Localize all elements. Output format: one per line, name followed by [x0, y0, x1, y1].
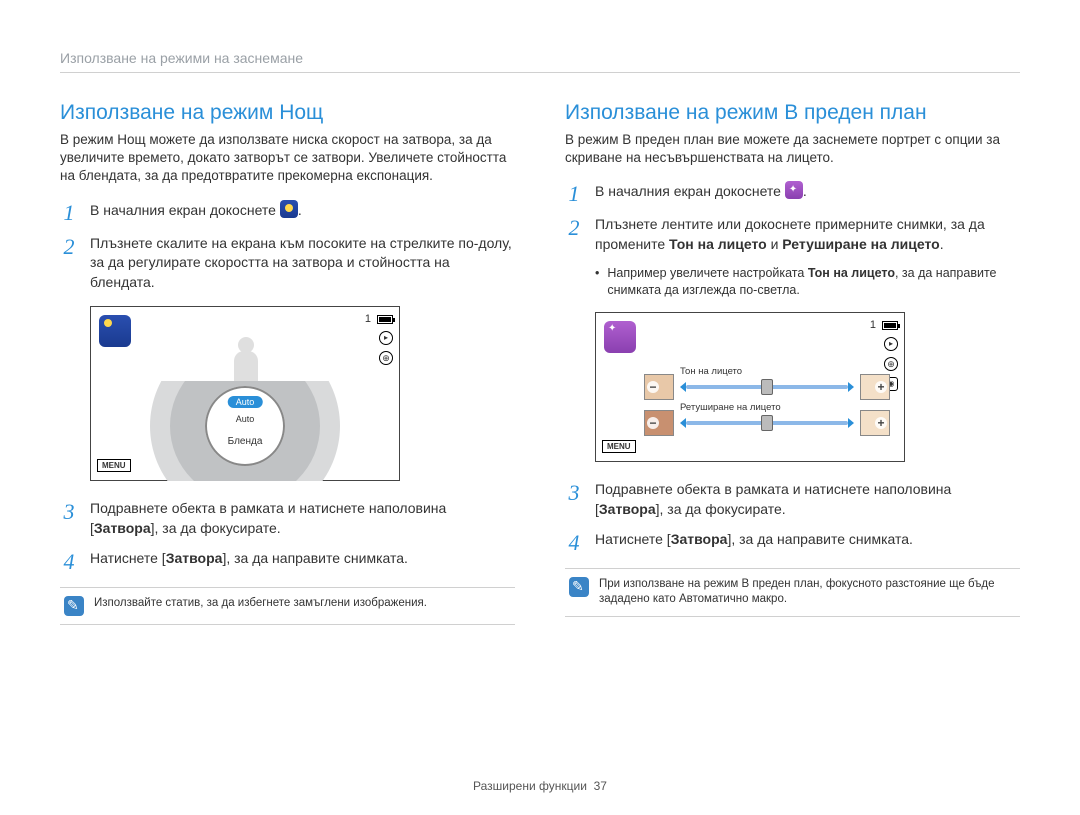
shutter-strong: Затвора — [599, 501, 656, 517]
step-text: ], за да направите снимката. — [222, 550, 408, 566]
face-tone-slider: − Тон на лицето + — [644, 373, 890, 401]
note-box-left: Използвайте статив, за да избегнете замъ… — [60, 587, 515, 625]
step-text: ], за да направите снимката. — [727, 531, 913, 547]
page-footer: Разширени функции 37 — [0, 779, 1080, 793]
dial-auto-text: Auto — [236, 414, 255, 424]
intro-beauty: В режим В преден план вие можете да засн… — [565, 131, 1020, 167]
sub-text: Например увеличете настройката — [607, 266, 807, 280]
section-night-mode: Използване на режим Нощ В режим Нощ може… — [60, 101, 515, 625]
step-1-right: 1 В началния екран докоснете . — [565, 181, 1020, 205]
sub-bullet: Например увеличете настройката Тон на ли… — [595, 265, 1020, 299]
footer-page-number: 37 — [594, 779, 607, 793]
param-strong: Тон на лицето — [669, 236, 767, 252]
note-text: При използване на режим В преден план, ф… — [599, 577, 1016, 608]
battery-icon — [882, 321, 898, 330]
menu-button: MENU — [602, 440, 636, 453]
arrow-right-icon — [848, 382, 854, 392]
slider-label: Ретуширане на лицето — [680, 402, 781, 413]
mode-badge-night-icon — [99, 315, 131, 347]
note-box-right: При използване на режим В преден план, ф… — [565, 568, 1020, 617]
step-text: В началния екран докоснете — [595, 183, 785, 199]
shutter-strong: Затвора — [94, 520, 151, 536]
step-text: ], за да фокусирате. — [656, 501, 786, 517]
sample-thumb-light: + — [860, 374, 890, 400]
shutter-strong: Затвора — [671, 531, 728, 547]
shot-count: 1 — [365, 313, 371, 325]
step-text: В началния екран докоснете — [90, 202, 280, 218]
sample-thumb-rough: − — [644, 410, 674, 436]
sample-thumb-dark: − — [644, 374, 674, 400]
section-beauty-mode: Използване на режим В преден план В режи… — [565, 101, 1020, 625]
note-icon — [569, 577, 589, 597]
step-text-post: . — [803, 183, 807, 199]
dial-auto-badge: Auto — [228, 396, 263, 408]
slider-label: Тон на лицето — [680, 366, 742, 377]
playback-icon: ▸ — [884, 337, 898, 351]
arrow-right-icon — [848, 418, 854, 428]
battery-icon — [377, 315, 393, 324]
slider-track: Ретуширане на лицето — [680, 416, 854, 430]
step-text: ], за да фокусирате. — [151, 520, 281, 536]
menu-button: MENU — [97, 459, 131, 472]
step-number: 2 — [60, 234, 78, 293]
step-number: 3 — [60, 499, 78, 538]
step-text: Плъзнете скалите на екрана към посоките … — [90, 234, 515, 293]
face-retouch-slider: − Ретуширане на лицето + — [644, 409, 890, 437]
night-mode-icon — [280, 200, 298, 218]
slider-track: Тон на лицето — [680, 380, 854, 394]
param-strong: Ретуширане на лицето — [782, 236, 939, 252]
step-2-left: 2 Плъзнете скалите на екрана към посокит… — [60, 234, 515, 293]
shot-count: 1 — [870, 319, 876, 331]
step-text: Натиснете [ — [90, 550, 166, 566]
note-text: Използвайте статив, за да избегнете замъ… — [94, 596, 427, 612]
step-text: . — [940, 236, 944, 252]
step-2-right: 2 Плъзнете лентите или докоснете примерн… — [565, 215, 1020, 254]
globe-icon: ⊕ — [884, 357, 898, 371]
note-icon — [64, 596, 84, 616]
step-number: 1 — [60, 200, 78, 224]
intro-night: В режим Нощ можете да използвате ниска с… — [60, 131, 515, 186]
step-text: Натиснете [ — [595, 531, 671, 547]
aperture-label: Бленда — [228, 436, 263, 447]
slider-knob — [761, 379, 773, 395]
exposure-dial: Auto Auto Бленда — [150, 381, 340, 481]
beauty-mode-icon — [785, 181, 803, 199]
step-number: 4 — [60, 549, 78, 573]
slider-knob — [761, 415, 773, 431]
status-icons: 1 ▸ ⊕ — [365, 313, 393, 365]
camera-preview-beauty: 1 ▸ ⊕ ◉ − Тон на лицето — [595, 312, 905, 462]
sample-thumb-smooth: + — [860, 410, 890, 436]
step-number: 2 — [565, 215, 583, 254]
step-text: и — [767, 236, 783, 252]
shutter-strong: Затвора — [166, 550, 223, 566]
section-title-night: Използване на режим Нощ — [60, 101, 515, 125]
step-3-right: 3 Подравнете обекта в рамката и натиснет… — [565, 480, 1020, 519]
step-4-left: 4 Натиснете [Затвора], за да направите с… — [60, 549, 515, 573]
step-number: 1 — [565, 181, 583, 205]
step-1-left: 1 В началния екран докоснете . — [60, 200, 515, 224]
playback-icon: ▸ — [379, 331, 393, 345]
step-4-right: 4 Натиснете [Затвора], за да направите с… — [565, 530, 1020, 554]
step-3-left: 3 Подравнете обекта в рамката и натиснет… — [60, 499, 515, 538]
section-title-beauty: Използване на режим В преден план — [565, 101, 1020, 125]
step-text-post: . — [298, 202, 302, 218]
step-number: 3 — [565, 480, 583, 519]
mode-badge-beauty-icon — [604, 321, 636, 353]
step-number: 4 — [565, 530, 583, 554]
footer-label: Разширени функции — [473, 779, 587, 793]
breadcrumb: Използване на режими на заснемане — [60, 50, 1020, 73]
globe-icon: ⊕ — [379, 351, 393, 365]
camera-preview-night: 1 ▸ ⊕ Скорост на затвора Auto Auto Бленд… — [90, 306, 400, 481]
param-strong: Тон на лицето — [808, 266, 895, 280]
